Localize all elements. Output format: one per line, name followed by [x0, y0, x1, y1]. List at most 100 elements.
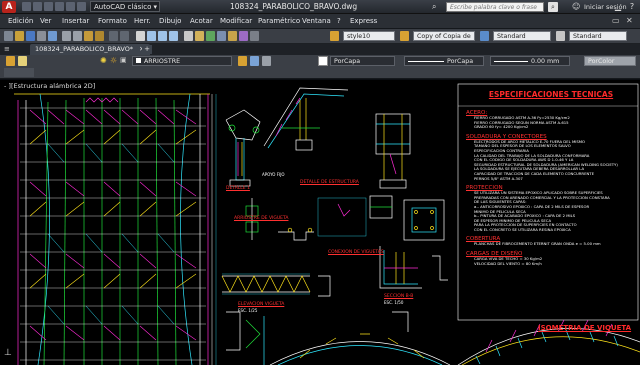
- menu-modificar[interactable]: Modificar: [220, 15, 252, 28]
- search-input[interactable]: Escribe palabra clave o frase: [446, 2, 544, 12]
- text-style-select[interactable]: style10: [343, 31, 395, 41]
- undo-icon[interactable]: [109, 31, 118, 41]
- undo-icon[interactable]: [66, 2, 75, 11]
- joist-elevation: [221, 273, 331, 297]
- search-icon[interactable]: ⌕: [548, 2, 558, 12]
- make-current-icon[interactable]: [238, 56, 247, 66]
- layer-walk-icon[interactable]: [262, 56, 271, 66]
- tab-document-label: 108324_PARABOLICO_BRAVO*: [35, 45, 134, 53]
- lock-icon[interactable]: ▣: [120, 56, 127, 64]
- truss-connection: [263, 87, 349, 151]
- spec-line: GRADO 60 fy= 4200 Kg/cm2: [474, 124, 529, 130]
- save-as-icon[interactable]: [55, 2, 64, 11]
- menu-parametrico[interactable]: Paramétrico: [258, 15, 300, 28]
- menu-bar: Edición Ver Insertar Formato Herr. Dibuj…: [0, 14, 640, 29]
- detail-1-label: DETALLE 1: [226, 186, 250, 191]
- user-icon[interactable]: ☺: [572, 2, 582, 12]
- dim-style-select[interactable]: Copy of Copia de: [413, 31, 475, 41]
- new-tab-icon[interactable]: +: [142, 45, 152, 54]
- text-style-icon[interactable]: [330, 31, 339, 41]
- new-icon[interactable]: [4, 31, 13, 41]
- design-center-icon[interactable]: [195, 31, 204, 41]
- spec-sheet: ESPECIFICACIONES TECNICAS: [466, 90, 636, 99]
- scale-1-label: ESC. 1/25: [238, 308, 258, 313]
- sheet-set-icon[interactable]: [217, 31, 226, 41]
- menu-herramientas[interactable]: Herr.: [134, 15, 151, 28]
- menu-insertar[interactable]: Insertar: [62, 15, 89, 28]
- spec-sections: ACERO: FIERRO CORRUGADO ASTM A-36 Fy=253…: [466, 110, 636, 266]
- linetype-select[interactable]: PorCapa: [404, 56, 484, 66]
- lower-details: [226, 311, 451, 365]
- color-select[interactable]: PorCapa: [330, 56, 395, 66]
- tool-palettes-icon[interactable]: [206, 31, 215, 41]
- preview-icon[interactable]: [48, 31, 57, 41]
- menu-ver[interactable]: Ver: [40, 15, 51, 28]
- roof-plan: [14, 93, 210, 365]
- layer-color-swatch: [136, 58, 141, 63]
- open-icon[interactable]: [15, 31, 24, 41]
- zoom-realtime-icon[interactable]: [147, 31, 156, 41]
- menu-acotar[interactable]: Acotar: [190, 15, 213, 28]
- menu-help[interactable]: ?: [337, 15, 341, 28]
- new-file-icon[interactable]: [22, 2, 31, 11]
- sun-icon[interactable]: ☼: [110, 56, 117, 65]
- layer-manager-icon[interactable]: [6, 56, 15, 66]
- lightbulb-icon[interactable]: ✺: [100, 56, 107, 65]
- paste-icon[interactable]: [84, 31, 93, 41]
- window-title: 108324_PARABOLICO_BRAVO.dwg: [230, 2, 358, 11]
- minimize-icon[interactable]: ▁: [612, 1, 624, 12]
- drawing-canvas[interactable]: - ][Estructura alámbrica 2D] DETALLE 1 A…: [0, 80, 640, 365]
- layer-select[interactable]: ARRIOSTRE: [132, 56, 232, 66]
- workspace-select[interactable]: AutoCAD clásico ▾: [90, 1, 160, 12]
- workspace-value: AutoCAD clásico: [94, 3, 152, 11]
- layer-value: ARRIOSTRE: [144, 58, 181, 65]
- plotstyle-select[interactable]: PorColor: [584, 56, 636, 66]
- multileader-style-icon[interactable]: [556, 31, 565, 41]
- close-icon[interactable]: ✕: [626, 16, 633, 25]
- draw-toolbar: [0, 67, 640, 79]
- chevron-down-icon: ▾: [153, 3, 157, 11]
- app-menu-button[interactable]: A: [2, 1, 16, 13]
- column-section: [375, 113, 411, 189]
- save-icon[interactable]: [44, 2, 53, 11]
- menu-express[interactable]: Express: [350, 15, 377, 28]
- redo-icon[interactable]: [120, 31, 129, 41]
- plot-icon[interactable]: [37, 31, 46, 41]
- menu-dibujo[interactable]: Dibujo: [159, 15, 181, 28]
- quickcalc-icon[interactable]: [239, 31, 248, 41]
- table-style-icon[interactable]: [480, 31, 489, 41]
- restore-icon[interactable]: ▭: [612, 16, 620, 25]
- standard-toolbar: style10 Copy of Copia de Standard Standa…: [0, 29, 640, 44]
- dim-style-icon[interactable]: [400, 31, 409, 41]
- layer-state-icon[interactable]: [18, 56, 27, 66]
- spec-line: CON EL CONCRETO SE UTILIZARA RESINA EPOX…: [474, 226, 571, 232]
- binoculars-icon[interactable]: ⌕: [432, 2, 442, 12]
- cut-icon[interactable]: [62, 31, 71, 41]
- multileader-style-select[interactable]: Standard: [569, 31, 627, 41]
- menu-edicion[interactable]: Edición: [8, 15, 33, 28]
- toolbar-grip[interactable]: [4, 68, 34, 77]
- lineweight-select[interactable]: 0.00 mm: [490, 56, 570, 66]
- tab-document[interactable]: 108324_PARABOLICO_BRAVO* ✕: [30, 44, 150, 55]
- zoom-previous-icon[interactable]: [169, 31, 178, 41]
- markup-icon[interactable]: [228, 31, 237, 41]
- pan-icon[interactable]: [136, 31, 145, 41]
- viguetas-title: CONEXION DE VIGUETAS: [328, 250, 384, 255]
- tabs-menu-icon[interactable]: ≡: [4, 45, 10, 53]
- properties-icon[interactable]: [184, 31, 193, 41]
- match-properties-icon[interactable]: [95, 31, 104, 41]
- spec-line: PLANCHAS DE FIBROCEMENTO ETERNIT GRAN ON…: [474, 241, 601, 247]
- menu-ventana[interactable]: Ventana: [302, 15, 331, 28]
- table-style-select[interactable]: Standard: [493, 31, 551, 41]
- help-icon[interactable]: ?: [626, 1, 638, 12]
- zoom-window-icon[interactable]: [158, 31, 167, 41]
- spec-line: VELOCIDAD DEL VIENTO = 80 Km/h: [474, 260, 542, 266]
- help-toolbar-icon[interactable]: [250, 31, 259, 41]
- open-file-icon[interactable]: [33, 2, 42, 11]
- apoyo-label: APOYO FIJO: [262, 172, 285, 177]
- save-icon[interactable]: [26, 31, 35, 41]
- layer-previous-icon[interactable]: [250, 56, 259, 66]
- redo-icon[interactable]: [77, 2, 86, 11]
- menu-formato[interactable]: Formato: [98, 15, 127, 28]
- copy-icon[interactable]: [73, 31, 82, 41]
